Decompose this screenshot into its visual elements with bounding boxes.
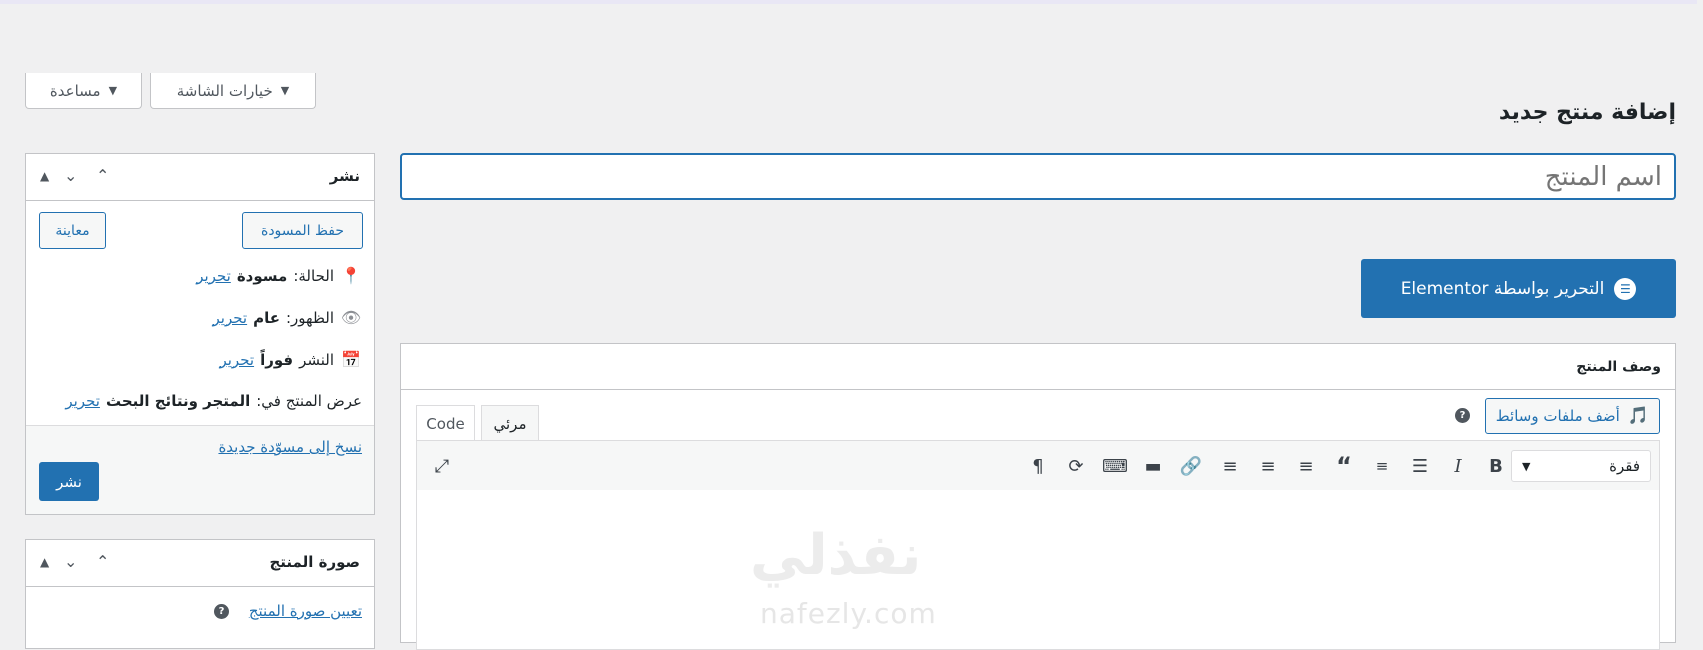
- fullscreen-icon[interactable]: ⤢: [429, 453, 455, 479]
- publish-box-header: نشر ▲ ⌄ ⌃: [26, 154, 374, 201]
- screen-options-button[interactable]: خيارات الشاشة ▼: [150, 73, 316, 109]
- scrollbar[interactable]: [1697, 0, 1703, 638]
- publish-date-value: فوراً: [260, 350, 294, 369]
- save-draft-button[interactable]: حفظ المسودة: [242, 212, 363, 249]
- blockquote-icon[interactable]: “: [1331, 452, 1357, 480]
- status-row: 📍 الحالة: مسودة تحرير: [196, 266, 362, 285]
- product-image-title: صورة المنتج: [269, 553, 361, 571]
- format-select-value: فقرة: [1609, 457, 1640, 475]
- caret-down-icon: ▼: [108, 84, 118, 97]
- add-media-button[interactable]: 🎵 أضف ملفات وسائط: [1484, 398, 1660, 434]
- status-label: الحالة:: [293, 266, 334, 285]
- elementor-icon: ☰: [1614, 277, 1637, 300]
- publish-actions: نسخ إلى مسوّدة جديدة نشر: [26, 425, 374, 514]
- elementor-button-label: التحرير بواسطة Elementor: [1400, 278, 1605, 299]
- publish-date-row: 📅 النشر فوراً تحرير: [219, 350, 362, 369]
- read-more-icon[interactable]: ▬: [1140, 453, 1166, 479]
- publish-box: نشر ▲ ⌄ ⌃ حفظ المسودة معاينة 📍 الحالة: م…: [25, 153, 375, 515]
- move-up-icon[interactable]: ⌃: [96, 166, 109, 185]
- align-left-icon[interactable]: ≡: [1293, 453, 1319, 479]
- product-image-box: صورة المنتج ▲ ⌄ ⌃ تعيين صورة المنتج ?: [25, 539, 375, 649]
- chevron-down-icon: ▼: [1522, 459, 1531, 473]
- preview-button[interactable]: معاينة: [39, 212, 106, 249]
- edit-visibility-link[interactable]: تحرير: [213, 309, 248, 327]
- tab-visual[interactable]: مرئي: [481, 405, 539, 441]
- product-title-input[interactable]: [400, 153, 1676, 200]
- add-media-label: أضف ملفات وسائط: [1495, 407, 1620, 425]
- toolbar-toggle-icon[interactable]: ⌨: [1102, 453, 1128, 479]
- edit-catalog-link[interactable]: تحرير: [65, 392, 100, 410]
- edit-publish-date-link[interactable]: تحرير: [219, 351, 254, 369]
- set-product-image-link[interactable]: تعيين صورة المنتج: [249, 602, 362, 620]
- paragraph-direction-icon[interactable]: ¶: [1025, 453, 1051, 479]
- copy-to-draft-link[interactable]: نسخ إلى مسوّدة جديدة: [218, 438, 362, 456]
- calendar-icon: 📅: [341, 350, 361, 369]
- edit-status-link[interactable]: تحرير: [196, 267, 231, 285]
- italic-icon[interactable]: I: [1445, 453, 1471, 479]
- tab-code[interactable]: Code: [416, 405, 475, 441]
- product-description-box: وصف المنتج 🎵 أضف ملفات وسائط ? مرئي Code…: [400, 343, 1676, 650]
- align-right-icon[interactable]: ≡: [1217, 453, 1243, 479]
- caret-down-icon: ▼: [280, 84, 290, 97]
- catalog-visibility-row: عرض المنتج في: المتجر ونتائج البحث تحرير: [65, 392, 362, 410]
- move-down-icon[interactable]: ⌄: [64, 552, 77, 571]
- top-accent-bar: [0, 0, 1703, 4]
- visibility-value: عام: [253, 308, 280, 327]
- numbered-list-icon[interactable]: ≡: [1369, 453, 1395, 479]
- move-up-icon[interactable]: ⌃: [96, 552, 109, 571]
- help-icon[interactable]: ?: [214, 604, 229, 619]
- editor-content-area[interactable]: نفذلي nafezly.com: [416, 490, 1660, 650]
- catalog-value: المتجر ونتائج البحث: [105, 392, 251, 410]
- link-icon[interactable]: 🔗: [1178, 453, 1204, 479]
- help-label: مساعدة: [49, 81, 101, 100]
- publish-date-label: النشر: [299, 350, 334, 369]
- help-icon[interactable]: ?: [1455, 408, 1470, 423]
- publish-box-title: نشر: [329, 167, 360, 185]
- page-title: إضافة منتج جديد: [1498, 100, 1676, 125]
- bold-icon[interactable]: B: [1483, 453, 1509, 479]
- format-select[interactable]: فقرة ▼: [1511, 450, 1651, 482]
- status-value: مسودة: [236, 266, 288, 285]
- pin-icon: 📍: [341, 266, 361, 285]
- visibility-row: 👁 الظهور: عام تحرير: [213, 308, 362, 327]
- refresh-icon[interactable]: ⟳: [1063, 453, 1089, 479]
- screen-options-label: خيارات الشاشة: [176, 81, 273, 100]
- product-image-header: صورة المنتج ▲ ⌄ ⌃: [26, 540, 374, 587]
- editor-toolbar: فقرة ▼ B I ☰ ≡ “ ≡ ≡ ≡ 🔗 ▬ ⌨ ⟳ ¶ ⤢: [416, 440, 1660, 491]
- bullet-list-icon[interactable]: ☰: [1407, 453, 1433, 479]
- align-center-icon[interactable]: ≡: [1255, 453, 1281, 479]
- move-down-icon[interactable]: ⌄: [64, 166, 77, 185]
- eye-icon: 👁: [340, 308, 362, 327]
- edit-with-elementor-button[interactable]: ☰ التحرير بواسطة Elementor: [1361, 259, 1676, 318]
- publish-button[interactable]: نشر: [39, 462, 99, 501]
- toggle-panel-icon[interactable]: ▲: [40, 169, 49, 183]
- description-title: وصف المنتج: [1576, 358, 1661, 375]
- visibility-label: الظهور:: [285, 308, 334, 327]
- description-header: وصف المنتج: [401, 344, 1675, 390]
- help-button[interactable]: مساعدة ▼: [25, 73, 142, 109]
- watermark-logo: نفذلي: [750, 523, 922, 588]
- catalog-label: عرض المنتج في:: [256, 392, 362, 410]
- media-icon: 🎵: [1627, 406, 1649, 426]
- toggle-panel-icon[interactable]: ▲: [40, 555, 49, 569]
- watermark-url: nafezly.com: [760, 597, 937, 630]
